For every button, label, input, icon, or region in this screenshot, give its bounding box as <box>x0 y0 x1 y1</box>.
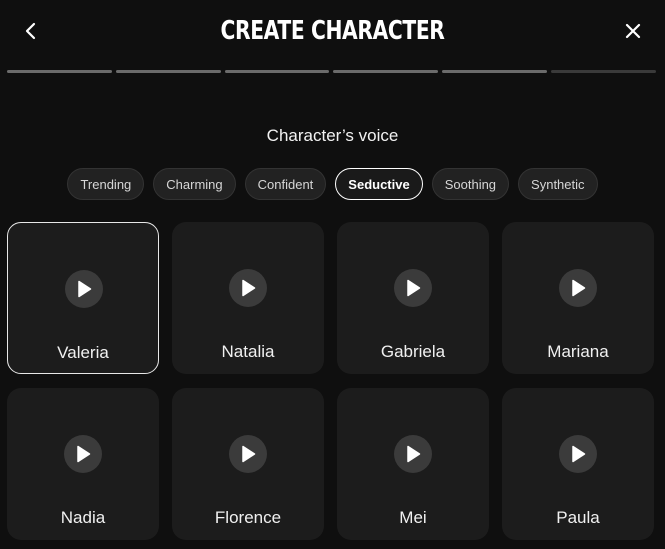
back-button[interactable] <box>18 18 44 44</box>
play-button[interactable] <box>64 435 102 473</box>
voice-card-paula[interactable]: Paula <box>502 388 654 540</box>
header: CREATE CHARACTER <box>0 0 665 62</box>
voice-card-mei[interactable]: Mei <box>337 388 489 540</box>
progress-segment <box>442 70 548 73</box>
voice-name: Gabriela <box>380 342 446 361</box>
voice-card-gabriela[interactable]: Gabriela <box>337 222 489 374</box>
category-chip-charming[interactable]: Charming <box>153 168 236 200</box>
category-chip-seductive[interactable]: Seductive <box>335 168 423 200</box>
play-button[interactable] <box>229 435 267 473</box>
category-chip-confident[interactable]: Confident <box>244 168 327 200</box>
play-button[interactable] <box>394 435 432 473</box>
voice-card-nadia[interactable]: Nadia <box>7 388 159 540</box>
progress-segment <box>115 70 221 73</box>
voice-category-filter: Trending Charming Confident Seductive Soothi… <box>0 168 665 200</box>
close-icon <box>625 23 641 39</box>
play-icon <box>572 279 586 297</box>
play-icon <box>242 279 256 297</box>
voice-card-florence[interactable]: Florence <box>172 388 324 540</box>
progress-segment <box>333 70 439 73</box>
play-icon <box>407 279 421 297</box>
voice-name: Nadia <box>60 508 106 527</box>
voice-name: Valeria <box>57 343 109 362</box>
chevron-left-icon <box>25 22 36 40</box>
voice-card-valeria[interactable]: Valeria <box>7 222 159 374</box>
play-icon <box>78 280 92 298</box>
voice-grid: Valeria Natalia Gabriela Mariana Nadia Floren… <box>7 222 656 540</box>
play-icon <box>407 445 421 463</box>
voice-card-mariana[interactable]: Mariana <box>502 222 654 374</box>
voice-name: Mariana <box>547 342 609 361</box>
play-icon <box>242 445 256 463</box>
page-title: CREATE CHARACTER <box>220 16 445 46</box>
category-chip-synthetic[interactable]: Synthetic <box>518 168 598 200</box>
play-button[interactable] <box>229 269 267 307</box>
progress-segment <box>551 70 656 73</box>
progress-segment <box>224 70 330 73</box>
play-icon <box>77 445 91 463</box>
voice-card-natalia[interactable]: Natalia <box>172 222 324 374</box>
progress-segment <box>7 70 112 73</box>
play-button[interactable] <box>394 269 432 307</box>
category-chip-trending[interactable]: Trending <box>67 168 145 200</box>
play-button[interactable] <box>65 270 103 308</box>
voice-name: Florence <box>214 508 282 527</box>
step-progress-bar <box>7 70 656 73</box>
play-icon <box>572 445 586 463</box>
play-button[interactable] <box>559 435 597 473</box>
voice-name: Paula <box>556 508 600 527</box>
create-character-screen: CREATE CHARACTER Character’s voice Trend… <box>0 0 665 549</box>
play-button[interactable] <box>559 269 597 307</box>
voice-name: Natalia <box>221 342 275 361</box>
section-title: Character’s voice <box>266 126 399 145</box>
category-chip-soothing[interactable]: Soothing <box>431 168 510 200</box>
voice-name: Mei <box>399 508 427 527</box>
close-button[interactable] <box>621 18 645 44</box>
